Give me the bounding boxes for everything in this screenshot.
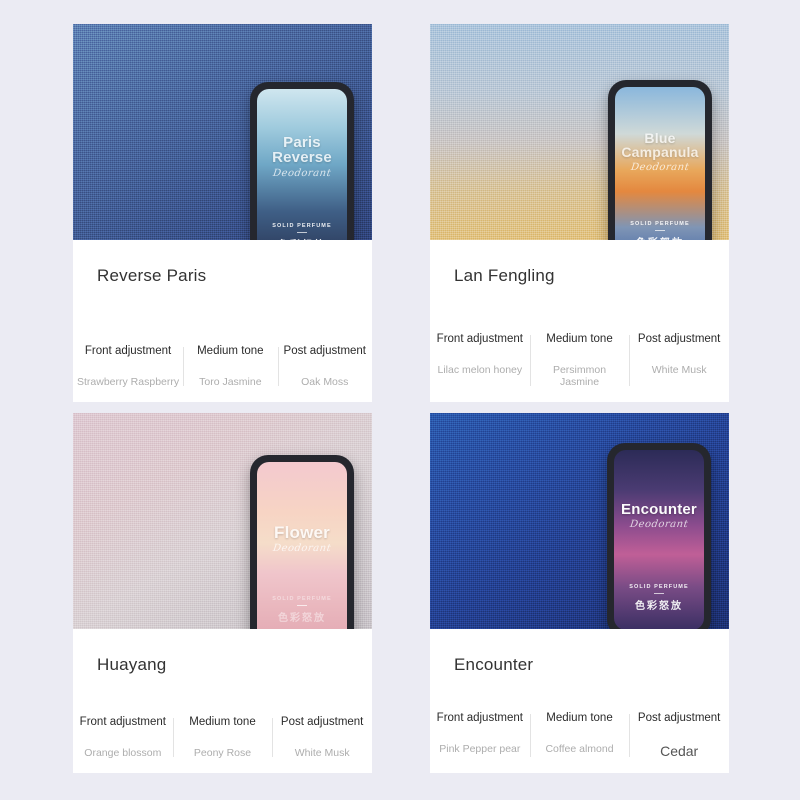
perfume-tin-product-image: Blue Campanula Deodorant SOLID PERFUME 色… — [608, 80, 712, 240]
tin-title-line1: Encounter — [621, 501, 697, 518]
note-label-front: Front adjustment — [436, 711, 523, 724]
tin-script-signature: Deodorant — [629, 519, 689, 531]
tin-footer: SOLID PERFUME 色彩怒放 — [257, 223, 347, 240]
tin-title-line2: Reverse — [272, 149, 332, 167]
tin-chinese-slogan: 色彩怒放 — [635, 601, 683, 612]
tin-title-line1: Flower — [274, 523, 330, 542]
tin-solid-perfume-label: SOLID PERFUME — [272, 596, 332, 602]
product-title: Huayang — [97, 655, 167, 674]
note-value-front: Pink Pepper pear — [439, 742, 521, 755]
note-label-post: Post adjustment — [280, 715, 364, 728]
fragrance-notes: Front adjustment Pink Pepper pear Medium… — [430, 712, 729, 759]
note-label-middle: Medium tone — [197, 344, 264, 357]
product-card-grid: Paris Reverse Deodorant SOLID PERFUME 色彩… — [73, 24, 730, 774]
tin-title: Paris Reverse — [268, 135, 336, 166]
note-value-post: White Musk — [651, 363, 707, 376]
note-column-middle: Medium tone Persimmon Jasmine — [529, 332, 630, 388]
tin-footer: SOLID PERFUME 色彩怒放 — [614, 584, 704, 612]
note-column-post: Post adjustment White Musk — [629, 333, 729, 388]
perfume-tin-product-image: Paris Reverse Deodorant SOLID PERFUME 色彩… — [250, 82, 354, 240]
tin-script-signature: Deodorant — [272, 543, 332, 555]
note-value-middle: Peony Rose — [193, 746, 252, 759]
product-grid-page: Paris Reverse Deodorant SOLID PERFUME 色彩… — [0, 0, 800, 800]
product-title: Reverse Paris — [97, 266, 207, 285]
perfume-tin-product-image: Flower Deodorant SOLID PERFUME 色彩怒放 — [250, 455, 354, 629]
card-media: Paris Reverse Deodorant SOLID PERFUME 色彩… — [73, 24, 372, 240]
product-title: Lan Fengling — [454, 266, 555, 285]
note-value-middle: Coffee almond — [545, 742, 614, 755]
tin-solid-perfume-label: SOLID PERFUME — [629, 584, 689, 590]
tin-chinese-slogan: 色彩怒放 — [278, 613, 326, 624]
note-column-front: Front adjustment Pink Pepper pear — [430, 712, 530, 759]
product-title: Encounter — [454, 655, 534, 674]
note-column-middle: Medium tone Toro Jasmine — [183, 345, 277, 388]
product-card-lan-fengling[interactable]: Blue Campanula Deodorant SOLID PERFUME 色… — [430, 24, 729, 402]
note-value-post: Cedar — [660, 742, 699, 759]
card-body: Lan Fengling Front adjustment Lilac melo… — [430, 240, 729, 402]
note-label-post: Post adjustment — [283, 344, 367, 357]
note-value-front: Orange blossom — [84, 746, 162, 759]
perfume-tin-product-image: Encounter Deodorant SOLID PERFUME 色彩怒放 — [607, 443, 711, 629]
tin-footer: SOLID PERFUME 色彩怒放 — [257, 596, 347, 624]
note-value-front: Strawberry Raspberry — [77, 375, 180, 388]
tin-title: Flower — [270, 523, 334, 542]
card-body: Encounter Front adjustment Pink Pepper p… — [430, 629, 729, 773]
tin-face: Encounter Deodorant SOLID PERFUME 色彩怒放 — [614, 450, 704, 629]
product-card-huayang[interactable]: Flower Deodorant SOLID PERFUME 色彩怒放 Huay… — [73, 413, 372, 773]
fragrance-notes: Front adjustment Lilac melon honey Mediu… — [430, 333, 729, 388]
note-label-middle: Medium tone — [189, 715, 256, 728]
note-value-middle: Toro Jasmine — [199, 375, 262, 388]
tin-divider-rule — [297, 232, 307, 233]
note-column-front: Front adjustment Orange blossom — [73, 716, 173, 759]
fragrance-notes: Front adjustment Orange blossom Medium t… — [73, 716, 372, 759]
tin-solid-perfume-label: SOLID PERFUME — [272, 223, 332, 229]
note-column-middle: Medium tone Coffee almond — [529, 711, 630, 759]
product-card-reverse-paris[interactable]: Paris Reverse Deodorant SOLID PERFUME 色彩… — [73, 24, 372, 402]
tin-solid-perfume-label: SOLID PERFUME — [630, 221, 690, 227]
card-media: Blue Campanula Deodorant SOLID PERFUME 色… — [430, 24, 729, 240]
note-column-front: Front adjustment Lilac melon honey — [430, 333, 530, 388]
note-label-middle: Medium tone — [546, 332, 613, 345]
card-media: Encounter Deodorant SOLID PERFUME 色彩怒放 — [430, 413, 729, 629]
tin-face: Paris Reverse Deodorant SOLID PERFUME 色彩… — [257, 89, 347, 240]
note-value-post: White Musk — [294, 746, 350, 759]
note-value-middle: Persimmon Jasmine — [552, 363, 607, 388]
card-body: Huayang Front adjustment Orange blossom … — [73, 629, 372, 773]
note-label-front: Front adjustment — [84, 344, 172, 357]
tin-divider-rule — [654, 593, 664, 594]
note-label-front: Front adjustment — [79, 715, 166, 728]
card-media: Flower Deodorant SOLID PERFUME 色彩怒放 — [73, 413, 372, 629]
tin-divider-rule — [297, 605, 307, 606]
fragrance-notes: Front adjustment Strawberry Raspberry Me… — [73, 345, 372, 388]
tin-script-signature: Deodorant — [630, 161, 690, 173]
note-label-post: Post adjustment — [637, 332, 721, 345]
note-label-post: Post adjustment — [637, 711, 721, 724]
note-column-front: Front adjustment Strawberry Raspberry — [73, 345, 183, 388]
tin-title: Blue Campanula — [617, 131, 702, 160]
product-card-encounter[interactable]: Encounter Deodorant SOLID PERFUME 色彩怒放 E… — [430, 413, 729, 773]
tin-face: Flower Deodorant SOLID PERFUME 色彩怒放 — [257, 462, 347, 629]
tin-divider-rule — [655, 230, 665, 231]
card-body: Reverse Paris Front adjustment Strawberr… — [73, 240, 372, 402]
note-column-post: Post adjustment Oak Moss — [277, 344, 372, 388]
tin-title-line2: Campanula — [621, 144, 699, 161]
tin-footer: SOLID PERFUME 色彩怒放 — [615, 221, 705, 240]
note-column-middle: Medium tone Peony Rose — [172, 715, 273, 759]
tin-title: Encounter — [617, 501, 701, 518]
note-value-post: Oak Moss — [301, 375, 349, 388]
tin-title-line1: Paris — [283, 134, 321, 151]
tin-title-line1: Blue — [644, 130, 676, 146]
note-value-front: Lilac melon honey — [437, 363, 523, 376]
note-label-middle: Medium tone — [546, 711, 613, 724]
tin-face: Blue Campanula Deodorant SOLID PERFUME 色… — [615, 87, 705, 240]
note-column-post: Post adjustment White Musk — [272, 716, 372, 759]
note-label-front: Front adjustment — [436, 332, 523, 345]
note-column-post: Post adjustment Cedar — [629, 712, 729, 759]
tin-script-signature: Deodorant — [272, 167, 332, 179]
